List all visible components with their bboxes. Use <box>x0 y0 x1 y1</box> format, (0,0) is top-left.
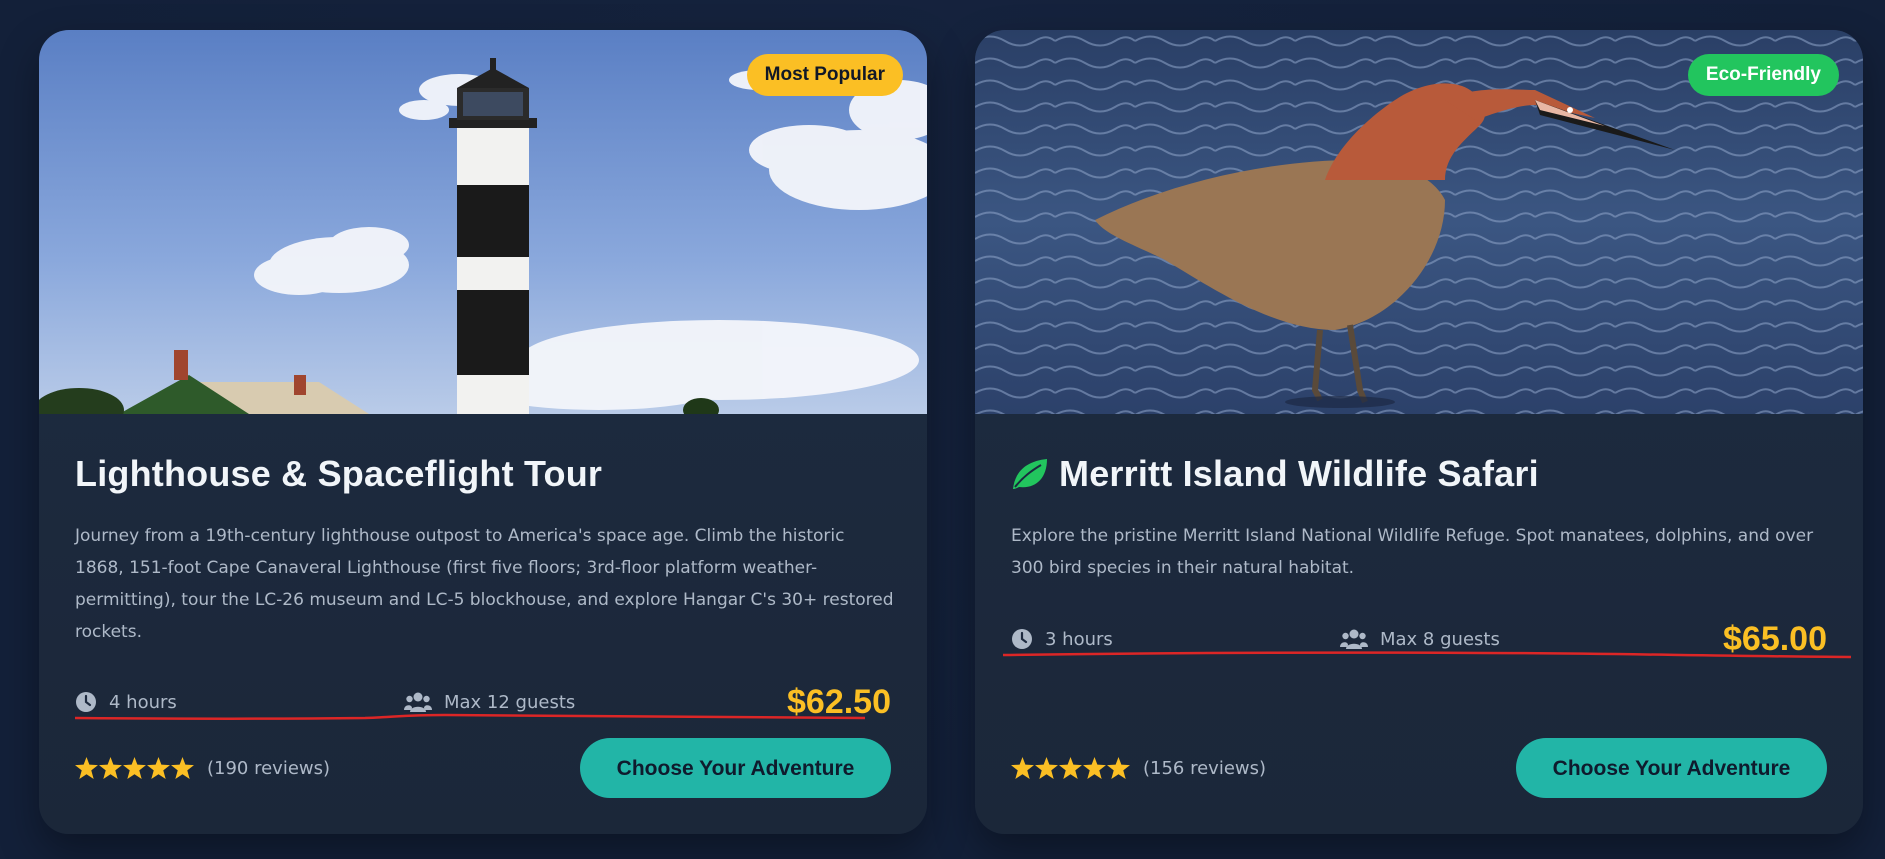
card-body: Merritt Island Wildlife Safari Explore t… <box>975 452 1863 584</box>
card-footer: (190 reviews) Choose Your Adventure <box>75 738 891 798</box>
users-icon <box>404 692 432 712</box>
guests-item: Max 8 guests <box>1340 628 1500 650</box>
star-icon <box>1083 757 1106 779</box>
tour-description: Explore the pristine Merritt Island Nati… <box>1011 526 1814 578</box>
star-icon <box>171 757 194 779</box>
card-footer: (156 reviews) Choose Your Adventure <box>1011 738 1827 798</box>
clock-icon <box>1012 629 1032 649</box>
duration-item: 3 hours <box>1011 628 1113 650</box>
tour-description: Journey from a 19th-century lighthouse o… <box>75 526 894 642</box>
star-icon <box>1059 757 1082 779</box>
review-count[interactable]: (156 reviews) <box>1143 758 1266 779</box>
choose-adventure-button[interactable]: Choose Your Adventure <box>1516 738 1827 798</box>
review-count[interactable]: (190 reviews) <box>207 758 330 779</box>
duration-text: 3 hours <box>1045 628 1113 650</box>
users-icon <box>1340 629 1368 649</box>
tour-meta-row: 4 hours Max 12 guests $62.50 <box>75 682 891 722</box>
star-icon <box>1035 757 1058 779</box>
lighthouse-photo: Most Popular <box>39 30 927 414</box>
star-icon <box>1011 757 1034 779</box>
choose-adventure-button[interactable]: Choose Your Adventure <box>580 738 891 798</box>
tour-price: $65.00 <box>1723 619 1827 658</box>
tour-cards-page: Most Popular Lighthouse & Spaceflight To… <box>0 0 1885 859</box>
guests-text: Max 12 guests <box>444 691 576 713</box>
guests-text: Max 8 guests <box>1380 628 1500 650</box>
most-popular-badge: Most Popular <box>746 54 903 96</box>
star-icon <box>147 757 170 779</box>
star-icon <box>123 757 146 779</box>
tour-title: Merritt Island Wildlife Safari <box>1059 453 1539 494</box>
tour-card-lighthouse[interactable]: Most Popular Lighthouse & Spaceflight To… <box>39 30 927 834</box>
duration-text: 4 hours <box>109 691 177 713</box>
duration-item: 4 hours <box>75 691 177 713</box>
tour-title: Lighthouse & Spaceflight Tour <box>75 453 603 494</box>
title-row: Merritt Island Wildlife Safari <box>1011 452 1827 496</box>
title-row: Lighthouse & Spaceflight Tour <box>75 452 891 496</box>
rating-stars: (190 reviews) <box>75 757 330 779</box>
guests-item: Max 12 guests <box>404 691 575 713</box>
leaf-icon <box>1013 459 1047 489</box>
tour-price: $62.50 <box>787 682 891 721</box>
card-body: Lighthouse & Spaceflight Tour Journey fr… <box>39 452 927 648</box>
clock-icon <box>76 692 96 712</box>
star-icon <box>1107 757 1130 779</box>
star-icon <box>99 757 122 779</box>
egret-photo: Eco-Friendly <box>975 30 1863 414</box>
tour-meta-row: 3 hours Max 8 guests $65.00 <box>1003 619 1852 659</box>
tour-card-wildlife[interactable]: Eco-Friendly Merritt Island Wildlife Saf… <box>975 30 1863 834</box>
eco-friendly-badge: Eco-Friendly <box>1687 54 1839 96</box>
rating-stars: (156 reviews) <box>1011 757 1266 779</box>
star-icon <box>75 757 98 779</box>
